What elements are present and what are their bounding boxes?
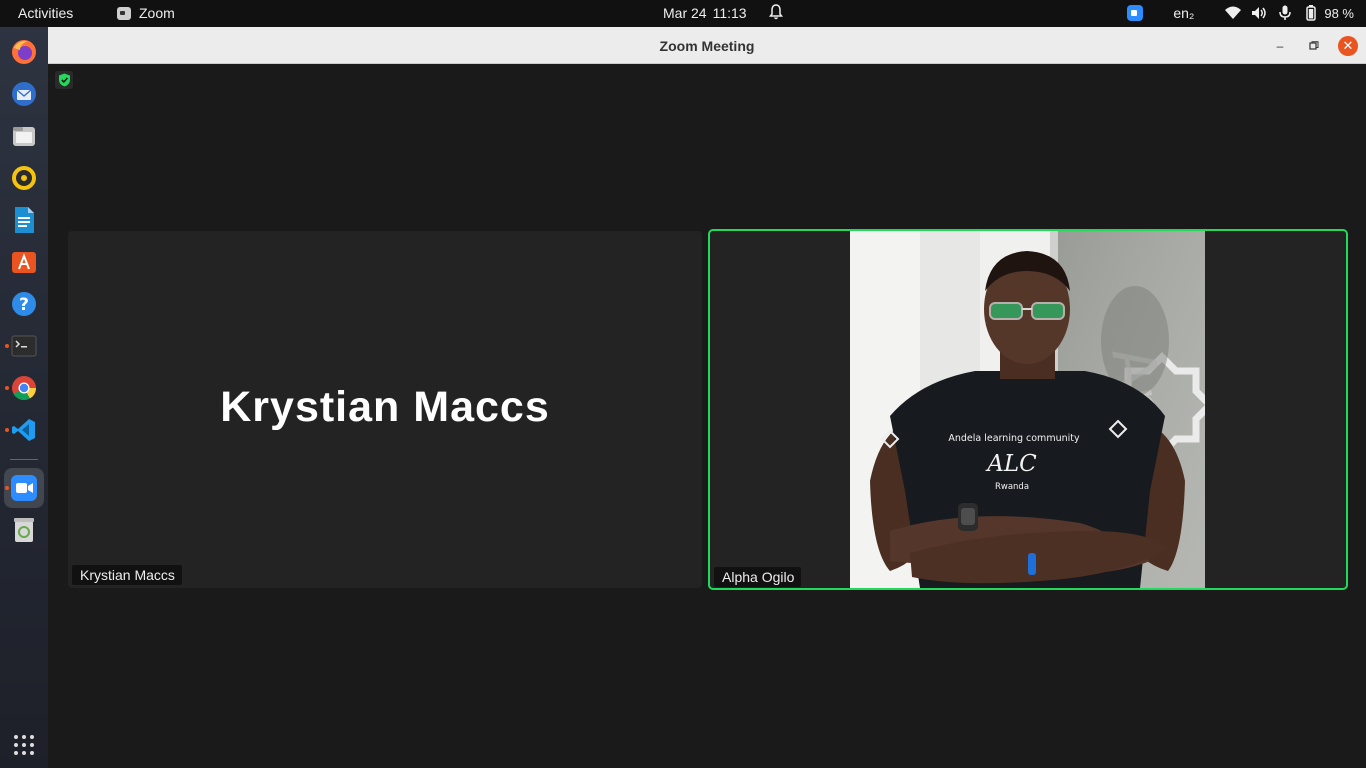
zoom-meeting-window: Zoom Meeting – ✕ Krystian Maccs Krystian…	[48, 27, 1366, 768]
battery-icon	[1306, 5, 1317, 21]
top-bar: Activities Zoom Mar 24 11:13 en₂ 98 %	[0, 0, 1366, 27]
help-icon: ?	[12, 292, 36, 316]
participant-name-tag: Krystian Maccs	[72, 565, 182, 585]
volume-icon	[1252, 7, 1267, 19]
vscode-launcher[interactable]	[4, 410, 44, 450]
notification-bell-icon[interactable]	[768, 3, 784, 21]
keyboard-layout[interactable]: en₂	[1173, 5, 1194, 21]
participant-video-feed: Andela learning community ALC Rwanda	[850, 231, 1205, 588]
window-title: Zoom Meeting	[659, 38, 755, 54]
maximize-icon	[1309, 41, 1319, 50]
webcam-video-image: Andela learning community ALC Rwanda	[850, 231, 1205, 588]
encryption-shield-icon[interactable]	[55, 71, 73, 89]
shirt-text-line1: Andela learning community	[948, 433, 1080, 444]
active-speaker-tile[interactable]: Andela learning community ALC Rwanda Alp…	[708, 229, 1348, 590]
system-tray[interactable]: en₂ 98 %	[1127, 4, 1354, 22]
chrome-launcher[interactable]	[4, 368, 44, 408]
zoom-icon	[11, 475, 37, 501]
participant-name-tag: Alpha Ogilo	[714, 567, 802, 587]
running-indicator	[5, 344, 9, 348]
close-button[interactable]: ✕	[1338, 36, 1358, 56]
show-applications-icon[interactable]	[14, 735, 34, 755]
wifi-icon	[1225, 6, 1242, 19]
help-launcher[interactable]: ?	[4, 284, 44, 324]
clock-date: Mar 24	[663, 5, 707, 21]
clock-time: 11:13	[712, 5, 747, 21]
running-indicator	[5, 428, 9, 432]
trash-launcher[interactable]	[4, 510, 44, 550]
shield-check-icon	[58, 73, 70, 87]
thunderbird-icon	[12, 82, 36, 106]
window-titlebar[interactable]: Zoom Meeting – ✕	[48, 27, 1366, 64]
firefox-launcher[interactable]	[4, 32, 44, 72]
rhythmbox-launcher[interactable]	[4, 158, 44, 198]
firefox-icon	[12, 40, 36, 64]
terminal-launcher[interactable]	[4, 326, 44, 366]
vscode-icon	[12, 419, 35, 441]
libreoffice-writer-launcher[interactable]	[4, 200, 44, 240]
software-store-icon	[12, 252, 36, 273]
app-menu[interactable]: Zoom	[117, 5, 175, 21]
minimize-button[interactable]: –	[1270, 36, 1290, 56]
zoom-app-icon	[117, 6, 131, 20]
trash-icon	[14, 518, 34, 542]
svg-text:?: ?	[19, 295, 29, 315]
zoom-launcher[interactable]	[4, 468, 44, 508]
participant-tile[interactable]: Krystian Maccs Krystian Maccs	[68, 231, 702, 588]
terminal-icon	[11, 335, 37, 357]
dock: ?	[0, 27, 48, 768]
maximize-button[interactable]	[1304, 36, 1324, 56]
chrome-icon	[12, 376, 36, 401]
shirt-text-line2: ALC	[985, 451, 1037, 477]
participant-name-display: Krystian Maccs	[220, 383, 550, 431]
thunderbird-launcher[interactable]	[4, 74, 44, 114]
clock[interactable]: Mar 24 11:13	[663, 5, 747, 21]
dock-separator	[10, 459, 38, 460]
app-menu-label: Zoom	[139, 5, 175, 21]
activities-button[interactable]: Activities	[18, 5, 73, 21]
ubuntu-software-launcher[interactable]	[4, 242, 44, 282]
files-launcher[interactable]	[4, 116, 44, 156]
shirt-text-line3: Rwanda	[995, 482, 1029, 492]
writer-document-icon	[15, 207, 34, 233]
zoom-indicator-icon[interactable]	[1127, 5, 1144, 21]
running-indicator	[5, 486, 9, 490]
files-icon	[13, 127, 35, 146]
rhythmbox-icon	[12, 166, 36, 190]
battery-percentage: 98 %	[1324, 5, 1354, 21]
running-indicator	[5, 386, 9, 390]
microphone-icon	[1279, 5, 1292, 20]
